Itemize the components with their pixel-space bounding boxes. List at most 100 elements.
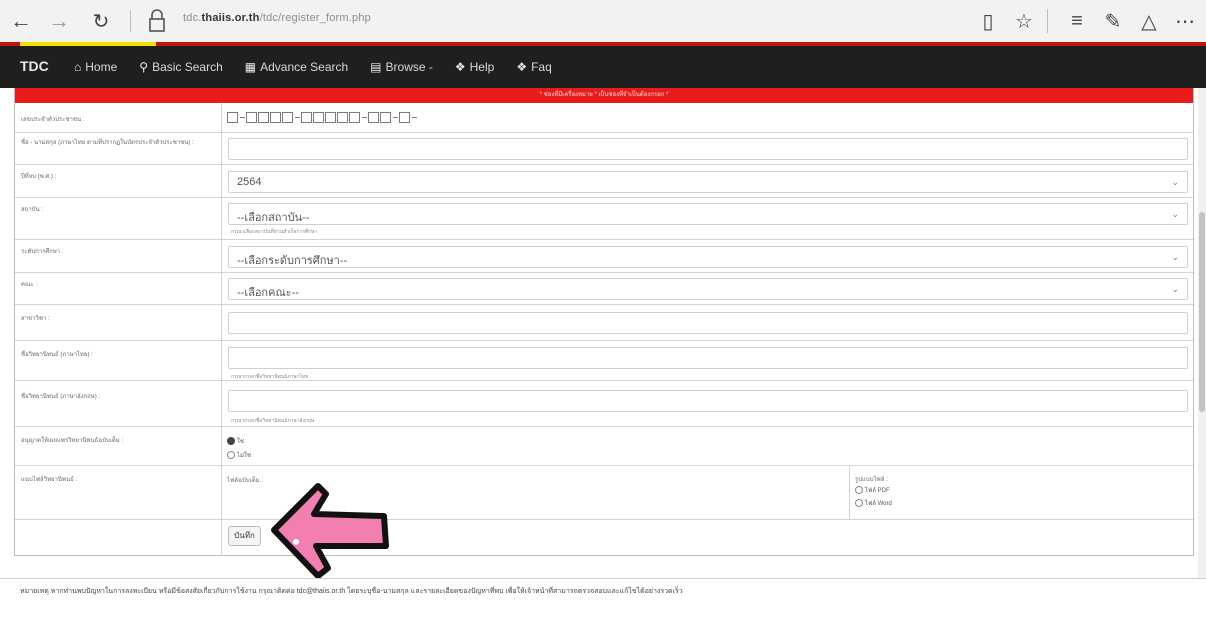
- nav-browse-label: Browse -: [385, 60, 433, 74]
- id-card-label: เลขประจำตัวประชาชน :: [21, 117, 85, 123]
- lock-icon: [149, 9, 165, 32]
- toolbar-divider: [1047, 9, 1048, 33]
- chevron-down-icon: ⌄: [1171, 252, 1179, 262]
- form-row-degree: ระดับการศึกษา : --เลือกระดับการศึกษา-- ⌄: [15, 240, 1193, 273]
- browser-actions: ▯ ☆ ≡ ✎ △ ⋯: [967, 6, 1200, 36]
- nav-home[interactable]: ⌂ Home: [74, 60, 117, 74]
- major-label: สาขาวิชา :: [21, 316, 50, 322]
- search-icon: ⚲: [139, 60, 149, 74]
- nav-help-label: Help: [469, 60, 495, 74]
- radio-selected-icon: [227, 437, 235, 445]
- fulltext-no-label: ไม่ใช่: [237, 453, 251, 459]
- fulltext-option-yes[interactable]: ใช่: [227, 436, 244, 446]
- faculty-select-value: --เลือกคณะ--: [237, 287, 299, 299]
- form-row-university: สถาบัน : --เลือกสถาบัน-- ⌄ กรุณาเลือกสถาบ…: [15, 198, 1193, 240]
- forward-icon[interactable]: →: [44, 6, 74, 36]
- file-type-title: รูปแบบไฟล์ :: [855, 477, 888, 483]
- id-card-input-boxes[interactable]: [227, 112, 418, 123]
- year-label: ปีที่จบ (พ.ศ.) :: [21, 174, 57, 180]
- thesis-en-label: ชื่อวิทยานิพนธ์ (ภาษาอังกฤษ) :: [21, 394, 101, 400]
- site-navbar: TDC ⌂ Home ⚲ Basic Search ▦ Advance Search …: [0, 46, 1206, 88]
- column-divider: [221, 133, 222, 164]
- form-row-thesis-th: ชื่อวิทยานิพนธ์ (ภาษาไทย) : กรุณากรอกชื่…: [15, 341, 1193, 381]
- nav-help[interactable]: ❖ Help: [455, 60, 494, 74]
- reload-icon[interactable]: ↻: [86, 6, 116, 36]
- url-domain: thaiis.or.th: [201, 12, 260, 24]
- faculty-label: คณะ :: [21, 282, 38, 288]
- degree-select[interactable]: --เลือกระดับการศึกษา-- ⌄: [228, 246, 1188, 268]
- brand-logo[interactable]: TDC: [20, 58, 49, 74]
- major-input[interactable]: [228, 312, 1188, 334]
- nav-browse[interactable]: ▤ Browse -: [370, 60, 433, 74]
- thesis-th-label: ชื่อวิทยานิพนธ์ (ภาษาไทย) :: [21, 352, 93, 358]
- browse-icon: ▤: [370, 60, 382, 74]
- file-type-option-word[interactable]: ไฟล์ Word: [855, 498, 892, 508]
- url-prefix: tdc.: [183, 12, 202, 24]
- name-input[interactable]: [228, 138, 1188, 160]
- column-divider: [849, 466, 850, 519]
- university-helper: กรุณาเลือกสถาบันที่ท่านสำเร็จการศึกษา: [231, 229, 318, 235]
- column-divider: [221, 520, 222, 556]
- reading-view-icon[interactable]: ▯: [973, 6, 1003, 36]
- column-divider: [221, 381, 222, 426]
- fulltext-label: อนุญาตให้เผยแพร่วิทยานิพนธ์ฉบับเต็ม :: [21, 438, 124, 444]
- column-divider: [221, 273, 222, 304]
- column-divider: [221, 466, 222, 519]
- radio-icon: [855, 499, 863, 507]
- degree-select-value: --เลือกระดับการศึกษา--: [237, 255, 348, 267]
- form-row-fulltext: อนุญาตให้เผยแพร่วิทยานิพนธ์ฉบับเต็ม : ใช…: [15, 427, 1193, 466]
- column-divider: [221, 103, 222, 132]
- address-divider: [130, 10, 131, 32]
- back-icon[interactable]: ←: [6, 6, 36, 36]
- more-icon[interactable]: ⋯: [1170, 6, 1200, 36]
- web-note-icon[interactable]: ✎: [1098, 6, 1128, 36]
- pointer-arrow-annotation: [271, 483, 389, 579]
- thesis-en-input[interactable]: [228, 390, 1188, 412]
- save-button[interactable]: บันทึก: [228, 526, 261, 546]
- required-notice-banner: * ช่องที่มีเครื่องหมาย * เป็นช่องที่จำเป…: [15, 88, 1193, 103]
- file-type-option-pdf[interactable]: ไฟล์ PDF: [855, 485, 890, 495]
- thesis-th-input[interactable]: [228, 347, 1188, 369]
- footer-note: หมายเหตุ หากท่านพบปัญหาในการลงทะเบียน หร…: [20, 588, 683, 595]
- column-divider: [221, 165, 222, 197]
- favorite-star-icon[interactable]: ☆: [1009, 6, 1039, 36]
- scrollbar-thumb[interactable]: [1199, 212, 1205, 412]
- chevron-down-icon: ⌄: [1171, 284, 1179, 294]
- nav-basic-search[interactable]: ⚲ Basic Search: [139, 60, 223, 74]
- form-row-upload: แนบไฟล์วิทยานิพนธ์ : ไฟล์ฉบับเต็ม : รูปแ…: [15, 466, 1193, 520]
- column-divider: [221, 198, 222, 239]
- column-divider: [221, 341, 222, 380]
- year-select[interactable]: 2564 ⌄: [228, 171, 1188, 193]
- fulltext-yes-label: ใช่: [237, 439, 245, 445]
- form-row-thesis-en: ชื่อวิทยานิพนธ์ (ภาษาอังกฤษ) : กรุณากรอก…: [15, 381, 1193, 427]
- thesis-en-helper: กรุณากรอกชื่อวิทยานิพนธ์ภาษาอังกฤษ: [231, 418, 315, 424]
- share-icon[interactable]: △: [1134, 6, 1164, 36]
- nav-basic-search-label: Basic Search: [152, 60, 223, 74]
- nav-advance-search[interactable]: ▦ Advance Search: [245, 60, 348, 74]
- form-row-year: ปีที่จบ (พ.ศ.) : 2564 ⌄: [15, 165, 1193, 198]
- url-path: /tdc/register_form.php: [259, 12, 371, 24]
- form-row-id-card: เลขประจำตัวประชาชน :: [15, 103, 1193, 133]
- hub-icon[interactable]: ≡: [1062, 6, 1092, 36]
- faq-icon: ❖: [516, 60, 528, 74]
- fulltext-option-no[interactable]: ไม่ใช่: [227, 450, 251, 460]
- university-select[interactable]: --เลือกสถาบัน-- ⌄: [228, 203, 1188, 225]
- university-label: สถาบัน :: [21, 207, 43, 213]
- form-row-faculty: คณะ : --เลือกคณะ-- ⌄: [15, 273, 1193, 305]
- upload-file-text: ไฟล์ฉบับเต็ม :: [227, 478, 263, 484]
- faculty-select[interactable]: --เลือกคณะ-- ⌄: [228, 278, 1188, 300]
- chevron-down-icon: ⌄: [1171, 177, 1179, 187]
- column-divider: [221, 305, 222, 340]
- radio-icon: [227, 451, 235, 459]
- form-row-name: ชื่อ - นามสกุล (ภาษาไทย ตามที่ปรากฏในบัต…: [15, 133, 1193, 165]
- chevron-down-icon: ⌄: [1171, 209, 1179, 219]
- nav-home-label: Home: [85, 60, 118, 74]
- form-row-submit: [15, 520, 1193, 556]
- address-bar[interactable]: tdc.thaiis.or.th/tdc/register_form.php: [183, 12, 371, 24]
- form-row-major: สาขาวิชา :: [15, 305, 1193, 341]
- nav-faq[interactable]: ❖ Faq: [516, 60, 551, 74]
- page-footer: หมายเหตุ หากท่านพบปัญหาในการลงทะเบียน หร…: [0, 578, 1206, 617]
- list-icon: ▦: [244, 60, 257, 74]
- registration-form: * ช่องที่มีเครื่องหมาย * เป็นช่องที่จำเป…: [14, 88, 1194, 556]
- column-divider: [221, 427, 222, 465]
